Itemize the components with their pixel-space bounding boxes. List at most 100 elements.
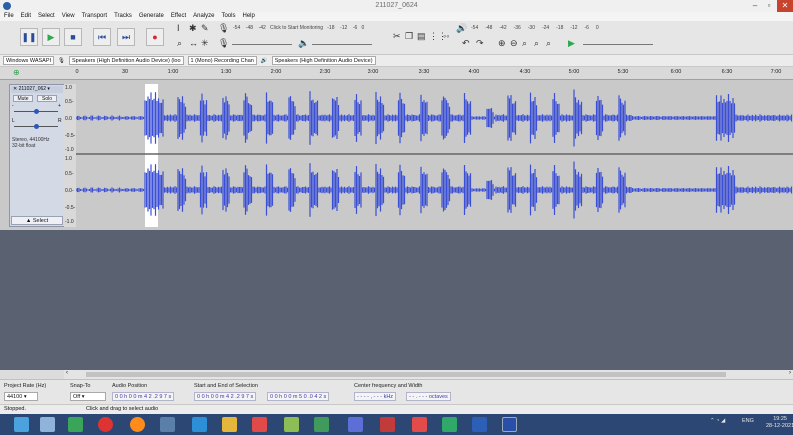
close-button[interactable]: ✕	[777, 0, 793, 12]
taskbar-app-icon[interactable]	[314, 417, 329, 432]
stop-button[interactable]: ■	[64, 28, 82, 46]
record-meter-icon[interactable]: 🎙	[218, 23, 229, 34]
pan-slider-knob[interactable]	[34, 124, 39, 129]
zoom-out-icon[interactable]: ⊖	[510, 38, 518, 49]
pan-slider[interactable]	[14, 124, 58, 129]
play-at-speed-slider[interactable]	[583, 44, 653, 45]
zoom-toggle-icon[interactable]: ⌕	[546, 38, 551, 49]
track-name-menu[interactable]: ✕ 211027_062 ▾	[11, 86, 63, 93]
timeline-ruler[interactable]: ⊕ 0 30 1:00 1:30 2:00 2:30 3:00 3:30 4:0…	[0, 67, 793, 80]
menu-tools[interactable]: Tools	[221, 12, 235, 21]
recording-channels-select[interactable]: 1 (Mono) Recording Chan	[187, 56, 257, 65]
taskbar-app-icon[interactable]	[68, 417, 83, 432]
horizontal-scrollbar[interactable]: ‹ ›	[64, 370, 793, 379]
taskbar-app-icon[interactable]	[412, 417, 427, 432]
fit-selection-icon[interactable]: ⌕	[522, 38, 527, 49]
scale-label: -0.5-	[65, 133, 76, 139]
taskbar-app-icon[interactable]	[160, 417, 175, 432]
skip-start-button[interactable]: ⏮	[93, 28, 111, 46]
taskbar-app-icon[interactable]	[98, 417, 113, 432]
menu-file[interactable]: File	[4, 12, 14, 21]
fit-project-icon[interactable]: ⌕	[534, 38, 539, 49]
zoom-in-icon[interactable]: ⊕	[498, 38, 506, 49]
silence-icon[interactable]: ◦◦	[443, 31, 449, 41]
record-button[interactable]: ●	[146, 28, 164, 46]
envelope-tool-icon[interactable]: ✱	[189, 23, 197, 34]
timeline-tick: 2:00	[270, 69, 282, 75]
copy-icon[interactable]: ❐	[405, 31, 413, 42]
waveform-display[interactable]	[76, 84, 793, 227]
scrollbar-thumb[interactable]	[86, 372, 726, 377]
zoom-tool-icon[interactable]: ⌕	[177, 38, 182, 49]
taskbar-app-icon[interactable]	[348, 417, 363, 432]
menu-effect[interactable]: Effect	[171, 12, 186, 21]
menu-generate[interactable]: Generate	[139, 12, 164, 21]
skip-end-button[interactable]: ⏭	[117, 28, 135, 46]
snap-to-select[interactable]: Off ▾	[70, 392, 106, 401]
selection-end-field[interactable]: 0 0 h 0 0 m 5 0 .0 4 2 s	[267, 392, 330, 401]
draw-tool-icon[interactable]: ✎	[201, 23, 209, 34]
playback-device-select[interactable]: Speakers (High Definition Audio Device)	[271, 56, 376, 65]
menu-edit[interactable]: Edit	[21, 12, 31, 21]
audio-host-select[interactable]: Windows WASAPI	[3, 56, 55, 65]
file-explorer-icon[interactable]	[222, 417, 237, 432]
select-track-button[interactable]: ▲ Select	[11, 216, 63, 225]
recording-device-select[interactable]: Speakers (High Definition Audio Device) …	[69, 56, 184, 65]
gain-slider[interactable]	[14, 109, 58, 114]
scroll-right-icon[interactable]: ›	[789, 370, 791, 376]
time-shift-tool-icon[interactable]: ↔	[189, 38, 198, 48]
selection-tool-icon[interactable]: I	[177, 23, 180, 33]
taskbar-app-icon[interactable]	[380, 417, 395, 432]
play-icon: ▶	[47, 32, 55, 42]
paste-icon[interactable]: ▤	[417, 31, 426, 42]
taskbar-app-icon[interactable]	[284, 417, 299, 432]
restore-button[interactable]: ▫	[763, 0, 775, 12]
timeline-tick: 3:00	[367, 69, 379, 75]
taskbar-app-icon[interactable]	[40, 417, 55, 432]
taskbar-app-icon[interactable]	[252, 417, 267, 432]
language-indicator[interactable]: ENG	[742, 418, 754, 424]
audio-position-field[interactable]: 0 0 h 0 0 m 4 2 .2 9 7 s	[112, 392, 175, 401]
word-icon[interactable]	[472, 417, 487, 432]
mute-button[interactable]: Mute	[13, 95, 33, 102]
menu-analyze[interactable]: Analyze	[193, 12, 214, 21]
undo-icon[interactable]: ↶	[462, 38, 470, 49]
multi-tool-icon[interactable]: ✳	[201, 38, 209, 49]
system-tray-icons[interactable]: ⌃ ◔ ◢	[710, 418, 725, 424]
record-tick: -48	[245, 25, 254, 31]
collapse-icon[interactable]: ▲	[26, 218, 33, 224]
scroll-left-icon[interactable]: ‹	[66, 370, 68, 376]
menu-select[interactable]: Select	[38, 12, 55, 21]
menu-transport[interactable]: Transport	[82, 12, 107, 21]
windows-start-icon[interactable]	[14, 417, 29, 432]
click-to-start-monitoring[interactable]: Click to Start Monitoring	[270, 25, 323, 31]
menu-view[interactable]: View	[62, 12, 75, 21]
audacity-taskbar-icon[interactable]	[502, 417, 517, 432]
recording-volume-slider[interactable]	[232, 44, 292, 45]
pause-button[interactable]: ❚❚	[20, 28, 38, 46]
playback-volume-slider[interactable]	[312, 44, 372, 45]
taskbar-app-icon[interactable]	[442, 417, 457, 432]
width-octaves-field[interactable]: - - . - - - octaves	[406, 392, 451, 401]
project-rate-label: Project Rate (Hz)	[4, 383, 47, 389]
pin-playhead-icon[interactable]: ⊕	[13, 68, 20, 77]
minimize-button[interactable]: –	[749, 0, 761, 12]
firefox-icon[interactable]	[130, 417, 145, 432]
selection-start-field[interactable]: 0 0 h 0 0 m 4 2 .2 9 7 s	[194, 392, 257, 401]
solo-button[interactable]: Solo	[37, 95, 57, 102]
play-button[interactable]: ▶	[42, 28, 60, 46]
center-frequency-field[interactable]: - - - - , - - - kHz	[354, 392, 397, 401]
cut-icon[interactable]: ✂	[393, 31, 401, 42]
playback-meter-scale[interactable]: -54 -48 -42 -36 -30 -24 -18 -12 -6 0	[471, 25, 599, 31]
project-rate-select[interactable]: 44100 ▾	[4, 392, 38, 401]
empty-track-space[interactable]	[0, 230, 793, 370]
edge-icon[interactable]	[192, 417, 207, 432]
clock[interactable]: 19:25 28-12-2021	[766, 416, 793, 430]
redo-icon[interactable]: ↷	[476, 38, 484, 49]
playback-meter-icon[interactable]: 🔊	[456, 23, 467, 34]
menu-tracks[interactable]: Tracks	[114, 12, 132, 21]
play-at-speed-icon[interactable]: ▶	[568, 38, 575, 49]
menu-help[interactable]: Help	[242, 12, 254, 21]
gain-slider-knob[interactable]	[34, 109, 39, 114]
record-meter-scale[interactable]: -54 -48 -42 Click to Start Monitoring -1…	[233, 25, 364, 31]
